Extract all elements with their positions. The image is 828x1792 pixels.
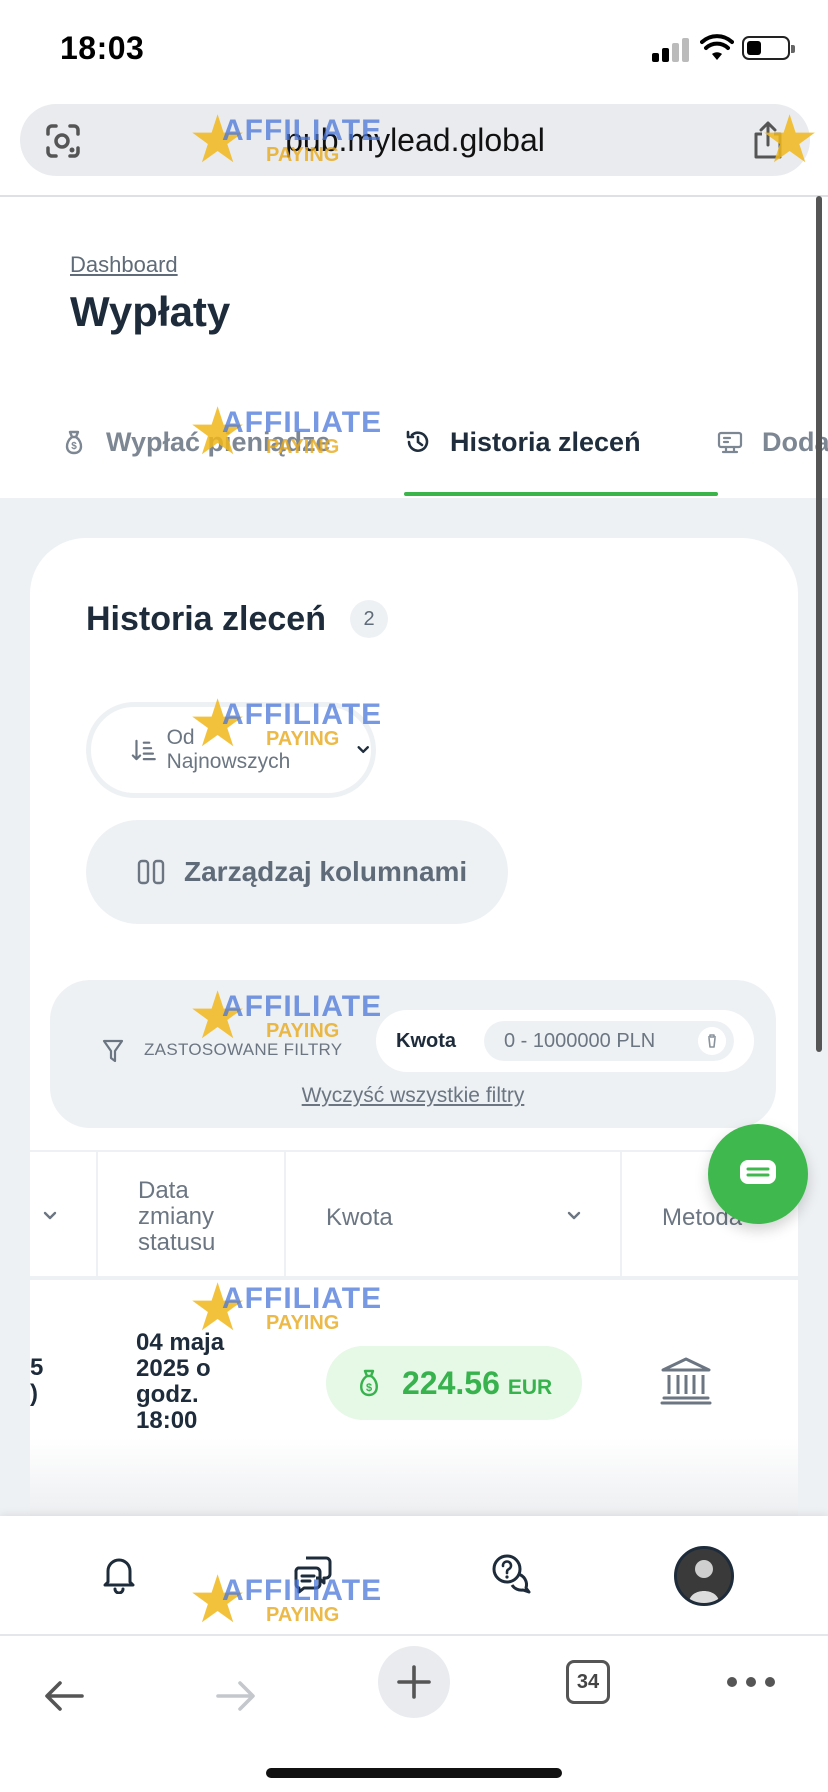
money-bag-icon: $ [65,430,83,455]
money-bag-icon: $ [360,1369,378,1397]
share-icon[interactable] [750,120,786,160]
tab-label: Historia zleceń [450,426,641,457]
clear-all-filters-link[interactable]: Wyczyść wszystkie filtry [50,1084,776,1108]
back-arrow-icon[interactable] [42,1678,86,1714]
tab-bar: $ Wypłać pieniądze Historia zleceń Doda [0,398,828,498]
app-bottom-nav [0,1516,828,1634]
home-indicator [266,1768,562,1778]
history-title: Historia zleceń [86,600,326,638]
amount-value: 224.56 [402,1364,500,1401]
user-avatar[interactable] [674,1546,734,1606]
columns-icon [137,859,165,885]
table-header: Data zmiany statusu Kwota Metoda [30,1150,798,1280]
address-bar[interactable]: pub.mylead.global [20,104,810,176]
help-chat-icon[interactable] [490,1552,532,1594]
column-header-status-date[interactable]: Data zmiany statusu [138,1178,248,1256]
active-tab-indicator [404,492,718,496]
amount-badge: $ 224.56 EUR [326,1346,582,1420]
tab-add-method[interactable]: Doda [716,422,828,462]
scrollbar[interactable] [816,196,822,1052]
status-time: 18:03 [60,30,145,66]
manage-columns-button[interactable]: Zarządzaj kolumnami [86,820,508,924]
more-options-icon[interactable] [726,1676,776,1688]
applied-filters: ZASTOSOWANE FILTRY Kwota 0 - 1000000 PLN… [50,980,776,1128]
chevron-down-icon [357,746,369,754]
chat-button[interactable] [708,1124,808,1224]
filter-chip-value: 0 - 1000000 PLN [484,1021,734,1061]
trash-icon[interactable] [698,1027,726,1055]
new-tab-button[interactable] [378,1646,450,1718]
svg-text:$: $ [366,1382,372,1394]
filter-chip-key: Kwota [396,1030,456,1052]
row-cell-truncated: ) [30,1380,38,1407]
bell-icon[interactable] [98,1552,140,1594]
forward-arrow-icon[interactable] [214,1678,258,1714]
chevron-down-icon[interactable] [566,1208,582,1224]
add-method-icon [717,431,743,454]
sort-label: Od Najnowszych [166,726,291,773]
history-count-badge: 2 [350,600,388,638]
page-title: Wypłaty [70,288,231,335]
history-card: Historia zleceń 2 Od Najnowszych Zarządz… [30,538,798,1538]
cellular-signal-icon [652,38,689,62]
sort-icon [131,739,156,761]
svg-text:$: $ [71,441,77,452]
address-divider [0,195,828,197]
battery-icon [742,36,795,60]
tab-withdraw[interactable]: $ Wypłać pieniądze [60,422,331,462]
column-divider [620,1152,622,1278]
tab-switcher-button[interactable]: 34 [566,1660,610,1704]
history-icon [406,430,429,452]
column-header-amount[interactable]: Kwota [326,1204,393,1232]
chat-bubble-icon [740,1160,776,1184]
status-bar: 18:03 [0,0,828,96]
row-status-date: 04 maja 2025 o godz. 18:00 [136,1329,225,1434]
column-divider [96,1152,98,1278]
sort-select[interactable]: Od Najnowszych [86,702,376,798]
tab-order-history[interactable]: Historia zleceń [404,422,641,462]
amount-currency: EUR [507,1376,553,1399]
url-text[interactable]: pub.mylead.global [20,122,810,159]
messages-icon[interactable] [292,1552,334,1594]
avatar-silhouette-icon [677,1549,731,1603]
manage-columns-label: Zarządzaj kolumnami [184,856,468,887]
tab-label: Wypłać pieniądze [106,426,331,457]
applied-filters-label: ZASTOSOWANE FILTRY [144,1040,343,1059]
breadcrumb-dashboard[interactable]: Dashboard [70,252,178,278]
plus-icon [397,1665,431,1699]
wifi-icon [700,34,734,60]
bank-icon [660,1357,712,1405]
filter-icon [102,1039,124,1063]
filter-chip-amount: Kwota 0 - 1000000 PLN [376,1010,754,1072]
row-cell-truncated: 5 [30,1354,44,1381]
chevron-down-icon[interactable] [42,1208,58,1224]
column-divider [284,1152,286,1278]
filter-chip-range: 0 - 1000000 PLN [504,1030,656,1052]
